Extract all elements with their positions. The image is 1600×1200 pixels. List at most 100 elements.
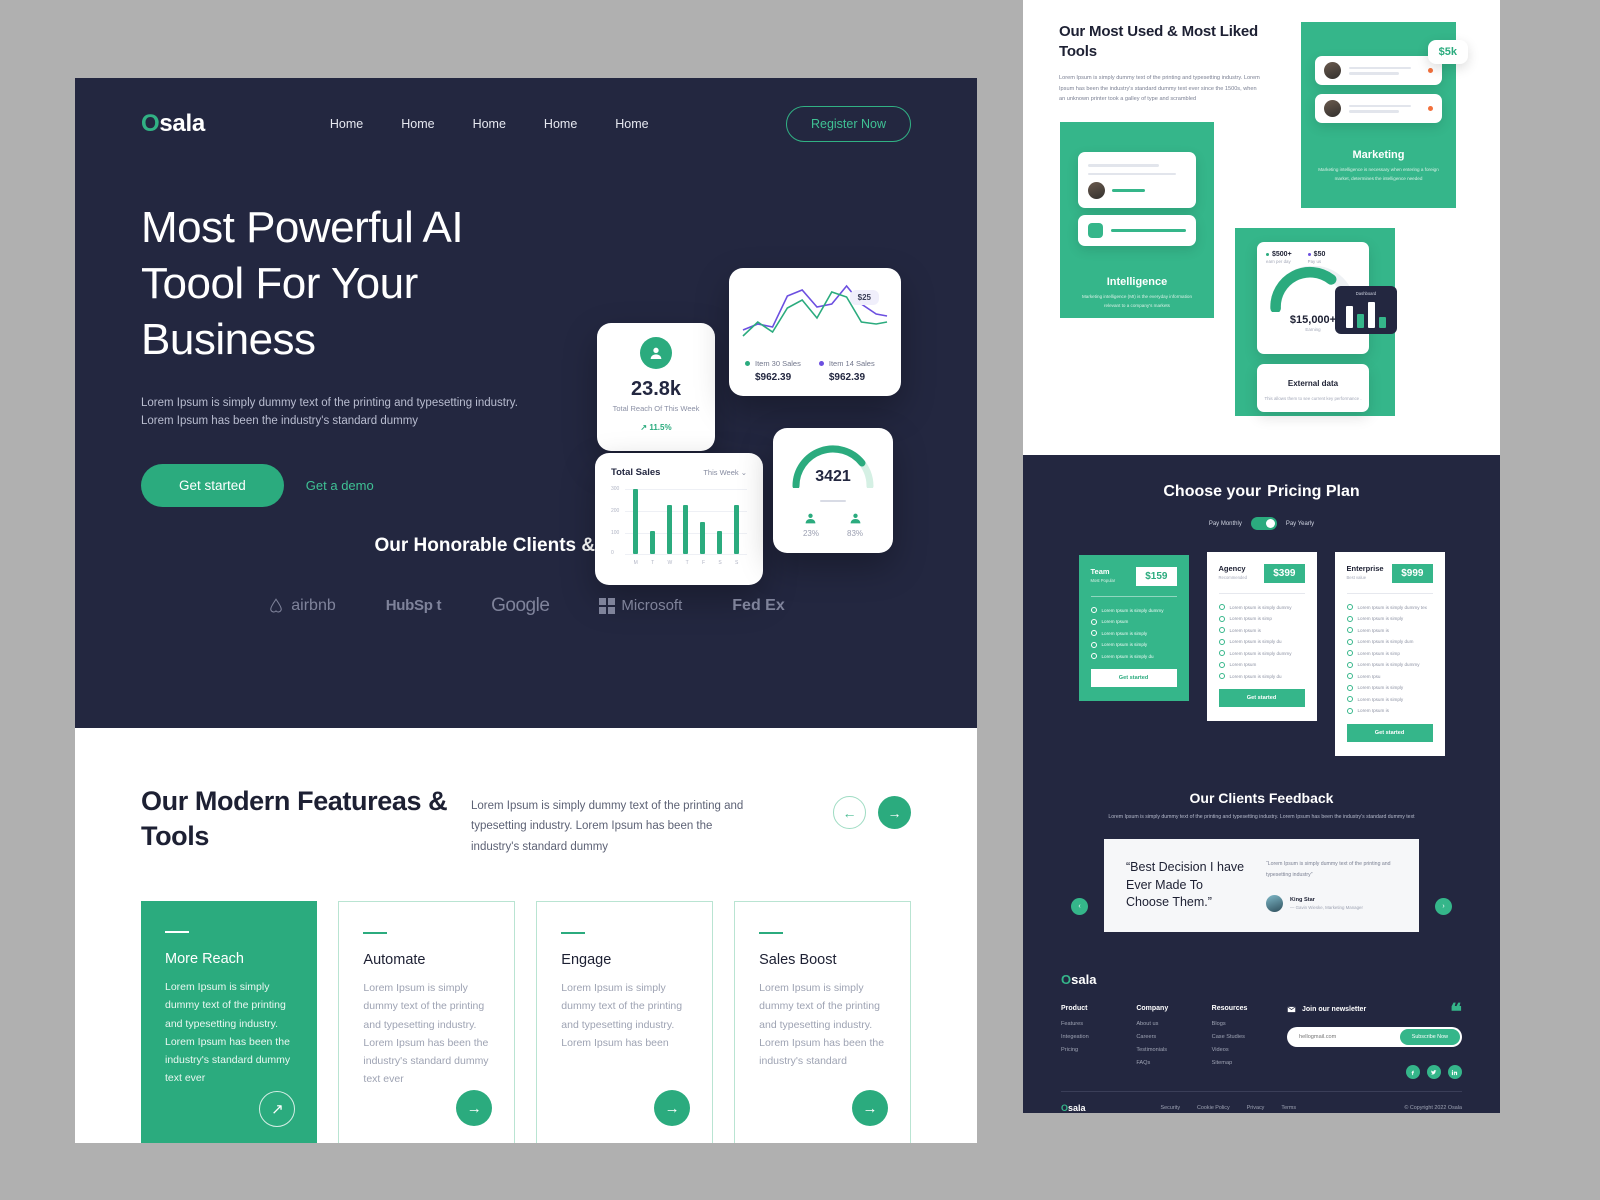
list-item: Lorem Ipsum is simply dummy [1218,650,1305,656]
tools-title: Our Most Used & Most Liked Tools [1059,23,1258,61]
divider [363,932,388,935]
billing-toggle-row: Pay Monthly Pay Yearly [1023,517,1500,530]
brand-logo-rest: sala [159,110,205,137]
check-icon [1346,604,1353,610]
get-started-button[interactable]: Get started [141,463,284,507]
plan-cta-team[interactable]: Get started [1090,669,1177,687]
total-sales-title: Total Sales [611,467,661,478]
footer-link[interactable]: Videos [1212,1047,1287,1053]
landing-page-right-panel: Our Most Used & Most Liked Tools Lorem I… [1023,0,1500,1140]
legal-link[interactable]: Terms [1281,1105,1296,1111]
feature-card-sales-boost[interactable]: Sales Boost Lorem Ipsum is simply dummy … [734,901,911,1143]
external-data-card: External data This allows them to see cu… [1257,364,1369,412]
list-item: Lorem Ipsum is simply [1346,684,1433,691]
arrow-right-icon[interactable]: → [654,1090,691,1127]
newsletter-form: Subscribe Now [1286,1027,1462,1048]
check-icon [1218,627,1225,633]
features-prev-button[interactable]: ← [833,796,866,829]
linkedin-icon[interactable] [1447,1065,1462,1080]
hero-cta-group: Get started Get a demo [141,463,541,507]
feature-card-engage[interactable]: Engage Lorem Ipsum is simply dummy text … [536,901,714,1143]
total-sales-range-select[interactable]: This Week ⌄ [703,468,747,477]
plan-name: Team [1090,567,1110,576]
brand-logo[interactable]: Osala [141,110,205,138]
feature-card-title: More Reach [165,951,244,968]
footer-link[interactable]: Blogs [1212,1021,1287,1027]
footer: Osala Product Features Integeation Prici… [1023,932,1500,1113]
legal-link[interactable]: Privacy [1247,1105,1265,1111]
register-now-button[interactable]: Register Now [785,106,911,142]
footer-logo[interactable]: Osala [1061,972,1462,987]
marketing-row-1 [1315,56,1442,85]
get-a-demo-link[interactable]: Get a demo [306,478,374,493]
legend-label-1: Item 30 Sales [755,359,801,368]
arrow-right-icon[interactable]: → [456,1090,493,1127]
footer-link[interactable]: Careers [1136,1034,1211,1040]
total-reach-trend: ↗ 11.5% [640,423,672,432]
features-section: Our Modern Featureas & Tools Lorem Ipsum… [75,728,977,1143]
footer-link[interactable]: Sitemap [1212,1060,1287,1066]
person-icon-left [805,513,816,524]
plan-feature-list: Lorem Ipsum is simply dummy Lorem Ipsum … [1218,604,1305,679]
legal-link[interactable]: Cookie Policy [1197,1105,1230,1111]
plan-tag: Recommended [1218,575,1247,580]
plan-cta-agency[interactable]: Get started [1218,689,1305,707]
intelligence-text: Marketing intelligence (MI) is the every… [1081,294,1193,308]
hero-subtitle: Lorem Ipsum is simply dummy text of the … [141,396,518,427]
check-icon [1090,618,1097,625]
nav-item-4[interactable]: Home [544,117,577,131]
avatar [1324,100,1341,117]
nav-item-2[interactable]: Home [401,117,434,131]
footer-link[interactable]: Pricing [1061,1047,1136,1053]
plan-card-agency: Agency Recommended $399 Lorem Ipsum is s… [1206,552,1317,721]
footer-link[interactable]: Integeation [1061,1034,1136,1040]
hero-copy: Most Powerful AI Toool For Your Business… [141,200,541,507]
list-item: Lorem Ipsum is simply dum [1346,638,1433,645]
mail-icon [1287,1006,1296,1013]
person-icon-right [850,513,861,524]
testimonial-author: King Star [1290,897,1315,904]
top-navbar: Osala Home Home Home Home Home Register … [75,78,977,142]
pay-yearly-label: Pay Yearly [1285,520,1315,527]
footer-link[interactable]: FAQs [1136,1060,1211,1066]
intelligence-card-2 [1078,215,1196,246]
newsletter-heading: Join our newsletter [1301,1006,1367,1014]
footer-column-heading: Resources [1211,1005,1248,1013]
feature-card-automate[interactable]: Automate Lorem Ipsum is simply dummy tex… [338,901,516,1143]
feedback-next-button[interactable]: › [1435,897,1452,915]
list-item: Lorem Ipsum is simply du [1090,653,1177,659]
testimonial-author-role: — Gavin Wieske, Marketing Manager [1290,905,1363,911]
plan-feature-list: Lorem Ipsum is simply dummy tex Lorem Ip… [1346,604,1433,714]
footer-link[interactable]: About us [1136,1021,1211,1027]
feedback-prev-button[interactable]: ‹ [1071,897,1088,915]
feature-card-more-reach[interactable]: More Reach Lorem Ipsum is simply dummy t… [141,901,318,1143]
divider [561,932,586,935]
billing-toggle-switch[interactable] [1250,517,1277,530]
footer-link[interactable]: Case Studies [1212,1034,1287,1040]
footer-link[interactable]: Testimonials [1136,1047,1211,1053]
gauge-value: 3421 [815,468,851,485]
plan-price: $159 [1136,567,1177,586]
arrow-up-right-icon[interactable]: ↗ [259,1091,296,1128]
nav-item-5[interactable]: Home [615,117,648,131]
subscribe-button[interactable]: Subscribe Now [1399,1029,1460,1046]
nav-item-3[interactable]: Home [473,117,506,131]
external-data-title: External data [1287,379,1339,388]
nav-item-1[interactable]: Home [330,117,363,131]
footer-bottom-logo[interactable]: Osala [1061,1103,1086,1113]
feature-card-text: Lorem Ipsum is simply dummy text of the … [561,982,683,1049]
plan-cta-enterprise[interactable]: Get started [1346,723,1433,742]
total-reach-label: Total Reach Of This Week [612,404,700,413]
footer-link[interactable]: Features [1061,1021,1136,1027]
arrow-right-icon[interactable]: → [852,1090,888,1127]
legend-value-2: $962.39 [828,372,866,383]
legal-link[interactable]: Security [1161,1105,1180,1111]
facebook-icon[interactable] [1405,1065,1420,1080]
gauge-chart: 3421 [790,442,876,490]
list-item: Lorem Ipsu [1346,673,1433,679]
features-next-button[interactable]: → [878,796,911,829]
airbnb-icon [270,598,283,613]
newsletter-email-input[interactable] [1288,1034,1400,1041]
twitter-icon[interactable] [1426,1065,1441,1080]
hero-dashboard-art: 23.8k Total Reach Of This Week ↗ 11.5% $… [587,268,927,588]
